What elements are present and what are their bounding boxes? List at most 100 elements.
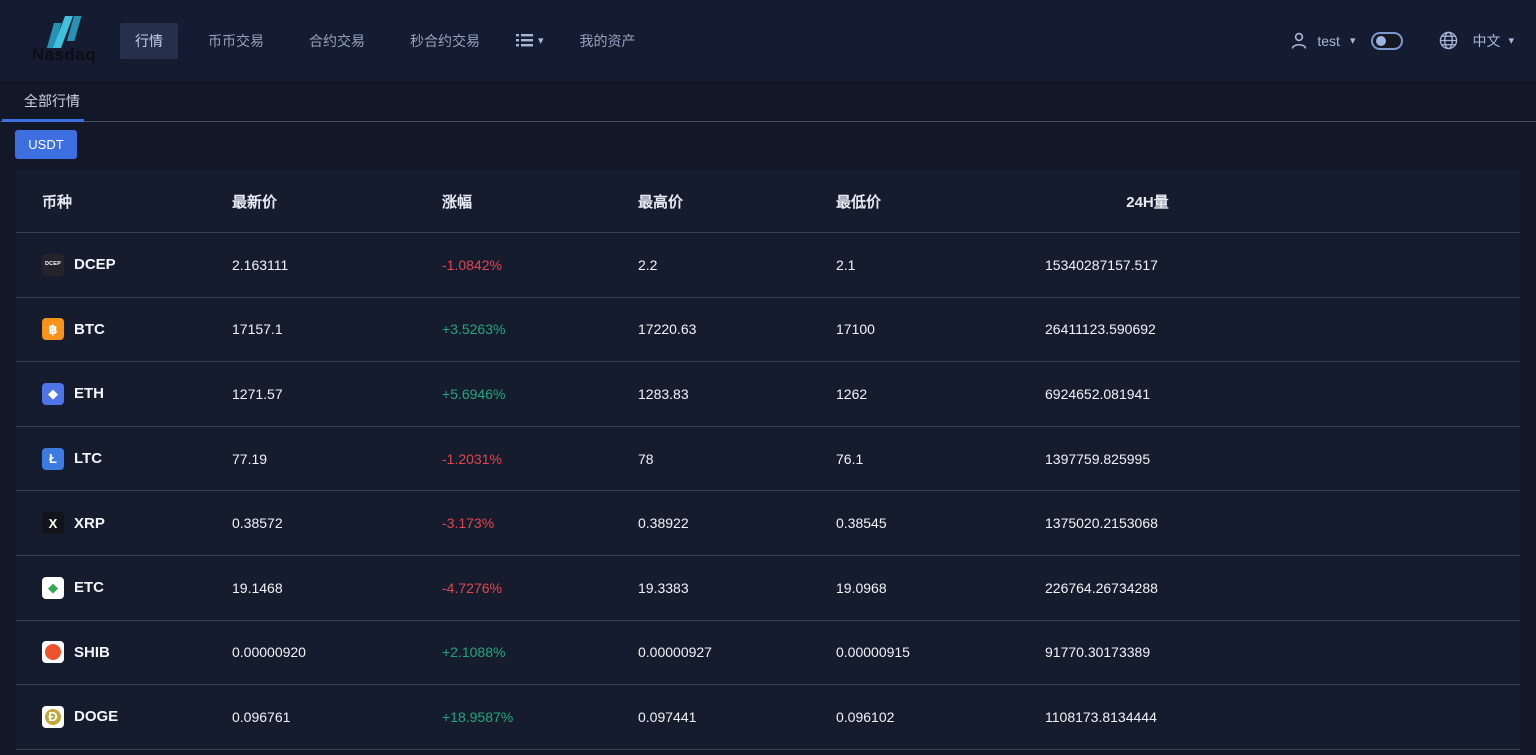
low-price: 17100 [836, 321, 875, 338]
low-price: 0.38545 [836, 515, 887, 532]
high-price: 17220.63 [638, 321, 697, 338]
market-row-eth[interactable]: ◆ ETH 1271.57 +5.6946% 1283.83 1262 6924… [16, 362, 1520, 427]
high-price: 1283.83 [638, 385, 689, 402]
last-price: 19.1468 [232, 579, 283, 596]
coin-symbol: ETC [74, 579, 104, 597]
change-pct: +5.6946% [442, 385, 506, 402]
change-pct: -1.2031% [442, 450, 502, 467]
volume-24h: 1375020.2153068 [1045, 515, 1158, 532]
last-price: 77.19 [232, 450, 268, 467]
coin-icon-shib [42, 641, 64, 664]
high-price: 0.097441 [638, 708, 697, 725]
coin-icon-doge: Ð [42, 705, 64, 728]
coin-icon-eth: ◆ [42, 382, 64, 405]
low-price: 1262 [836, 385, 868, 402]
coin-icon-btc: ฿ [42, 318, 64, 341]
high-price: 2.2 [638, 256, 658, 273]
chevron-down-icon[interactable]: ▾ [1350, 34, 1356, 47]
coin-symbol: DCEP [74, 256, 116, 274]
market-row-ltc[interactable]: Ł LTC 77.19 -1.2031% 78 76.1 1397759.825… [16, 427, 1520, 492]
last-price: 1271.57 [232, 385, 283, 402]
col-header-last: 最新价 [232, 193, 278, 211]
market-row-shib[interactable]: SHIB 0.00000920 +2.1088% 0.00000927 0.00… [16, 621, 1520, 686]
nav-item-markets[interactable]: 行情 [120, 22, 178, 59]
volume-24h: 15340287157.517 [1045, 256, 1158, 273]
chevron-down-icon: ▾ [538, 35, 544, 47]
coin-symbol: LTC [74, 450, 103, 468]
market-row-btc[interactable]: ฿ BTC 17157.1 +3.5263% 17220.63 17100 26… [16, 298, 1520, 363]
volume-24h: 6924652.081941 [1045, 385, 1151, 402]
user-menu[interactable]: test [1317, 33, 1340, 49]
change-pct: -3.173% [442, 515, 495, 532]
volume-24h: 26411123.590692 [1045, 321, 1156, 338]
coin-symbol: ETH [74, 385, 104, 403]
market-row-doge[interactable]: Ð DOGE 0.096761 +18.9587% 0.097441 0.096… [16, 685, 1520, 750]
coin-icon-dcep: DCEP [42, 253, 64, 276]
low-price: 19.0968 [836, 579, 887, 596]
tab-all-markets[interactable]: 全部行情 [0, 81, 80, 121]
volume-24h: 1108173.8134444 [1045, 708, 1157, 725]
user-icon [1292, 32, 1307, 49]
nasdaq-logo-icon [46, 16, 82, 48]
last-price: 17157.1 [232, 321, 283, 338]
market-row-etc[interactable]: ◆ ETC 19.1468 -4.7276% 19.3383 19.0968 2… [16, 556, 1520, 621]
col-header-change: 涨幅 [442, 193, 473, 211]
tab-label: 全部行情 [24, 93, 80, 109]
coin-icon-ltc: Ł [42, 447, 64, 470]
toggle-knob [1376, 35, 1387, 46]
table-header: 币种 最新价 涨幅 最高价 最低价 24H量 [16, 170, 1520, 233]
table-body: DCEP DCEP 2.163111 -1.0842% 2.2 2.1 1534… [16, 233, 1520, 750]
usdt-filter-button[interactable]: USDT [15, 130, 77, 159]
volume-24h: 91770.30173389 [1045, 644, 1151, 661]
market-table: 币种 最新价 涨幅 最高价 最低价 24H量 DCEP DCEP 2.16311… [16, 170, 1520, 750]
nav-item-my-assets[interactable]: 我的资产 [565, 23, 651, 59]
high-price: 19.3383 [638, 579, 689, 596]
change-pct: +2.1088% [442, 644, 506, 661]
coin-symbol: XRP [74, 514, 105, 532]
coin-symbol: DOGE [74, 708, 119, 726]
chevron-down-icon[interactable]: ▾ [1508, 34, 1514, 47]
col-header-high: 最高价 [638, 193, 684, 211]
coin-symbol: BTC [74, 320, 105, 338]
main-nav: 行情 币币交易 合约交易 秒合约交易 ▾ 我的资产 [120, 22, 666, 59]
theme-toggle[interactable] [1371, 31, 1404, 50]
list-menu-icon [516, 34, 533, 47]
language-selector[interactable]: 中文 [1472, 31, 1500, 51]
change-pct: +18.9587% [442, 708, 514, 725]
nav-list-dropdown[interactable]: ▾ [510, 26, 550, 55]
high-price: 0.38922 [638, 515, 689, 532]
brand-name: Nasdaq [31, 45, 97, 64]
coin-icon-xrp: X [42, 512, 64, 535]
low-price: 0.00000915 [836, 644, 910, 661]
high-price: 78 [638, 450, 654, 467]
coin-icon-etc: ◆ [42, 576, 64, 599]
volume-24h: 1397759.825995 [1045, 450, 1151, 467]
col-header-coin: 币种 [42, 193, 73, 211]
change-pct: +3.5263% [442, 321, 506, 338]
quote-filter-row: USDT [15, 130, 1536, 159]
col-header-low: 最低价 [836, 193, 882, 211]
low-price: 76.1 [836, 450, 864, 467]
market-tabbar: 全部行情 [0, 81, 1536, 122]
last-price: 0.38572 [232, 515, 283, 532]
col-header-volume: 24H量 [1126, 193, 1169, 211]
nav-item-spot-trade[interactable]: 币币交易 [193, 23, 279, 59]
brand-logo[interactable]: Nasdaq [22, 16, 106, 65]
market-row-dcep[interactable]: DCEP DCEP 2.163111 -1.0842% 2.2 2.1 1534… [16, 233, 1520, 298]
coin-symbol: SHIB [74, 643, 110, 661]
nav-item-contract-trade[interactable]: 合约交易 [294, 23, 380, 59]
low-price: 2.1 [836, 256, 856, 273]
last-price: 0.00000920 [232, 644, 306, 661]
last-price: 2.163111 [232, 256, 289, 273]
volume-24h: 226764.26734288 [1045, 579, 1158, 596]
market-row-xrp[interactable]: X XRP 0.38572 -3.173% 0.38922 0.38545 13… [16, 491, 1520, 556]
change-pct: -4.7276% [442, 579, 502, 596]
nav-item-second-contract[interactable]: 秒合约交易 [395, 23, 495, 59]
low-price: 0.096102 [836, 708, 895, 725]
globe-icon[interactable] [1439, 31, 1458, 50]
high-price: 0.00000927 [638, 644, 712, 661]
change-pct: -1.0842% [442, 256, 502, 273]
navbar-right: test ▾ 中文 ▾ [1291, 31, 1514, 51]
top-navbar: Nasdaq 行情 币币交易 合约交易 秒合约交易 ▾ 我的资产 test ▾ [0, 0, 1536, 81]
last-price: 0.096761 [232, 708, 291, 725]
